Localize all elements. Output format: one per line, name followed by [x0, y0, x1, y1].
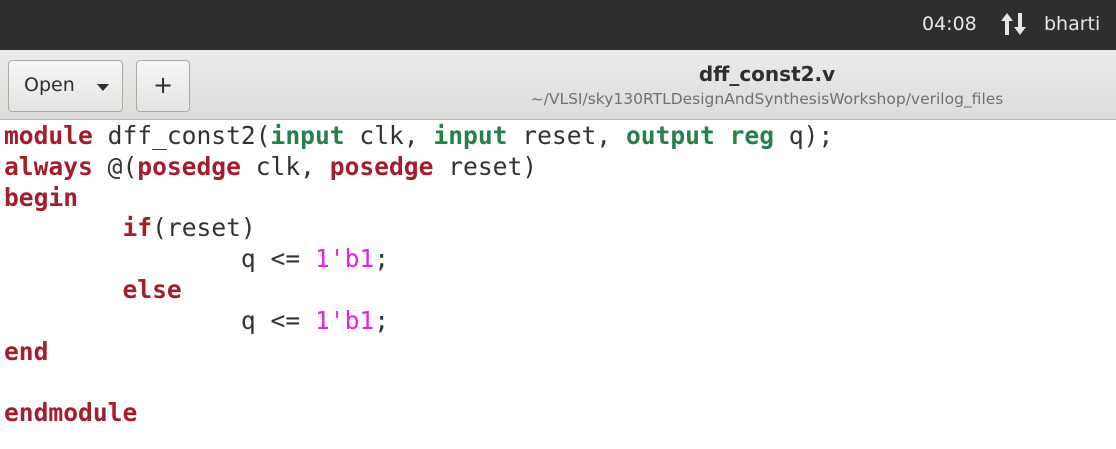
code-editor[interactable]: module dff_const2(input clk, input reset… — [0, 121, 1116, 449]
system-top-bar: 04:08 bharti — [0, 0, 1116, 50]
code-line[interactable]: if(reset) — [4, 213, 833, 244]
code-token: @( — [92, 151, 138, 181]
document-path: ~/VLSI/sky130RTLDesignAndSynthesisWorksh… — [530, 90, 1004, 108]
document-title: dff_const2.v — [698, 62, 836, 86]
code-line[interactable]: end — [4, 337, 833, 368]
code-token: reset, — [507, 121, 626, 150]
code-line[interactable]: q <= 1'b1; — [4, 244, 833, 275]
code-keyword: end — [4, 336, 49, 366]
code-token: q <= — [4, 244, 315, 274]
code-line[interactable] — [4, 367, 833, 398]
code-keyword: always — [4, 151, 93, 181]
code-number: 1'b1 — [314, 305, 375, 335]
code-token: q); — [774, 121, 834, 150]
code-token: clk, — [240, 151, 330, 181]
code-type: input — [433, 121, 508, 150]
clock[interactable]: 04:08 — [922, 13, 977, 35]
code-keyword: begin — [4, 182, 79, 212]
code-type: output — [625, 121, 715, 150]
code-keyword: if — [122, 213, 153, 243]
code-line[interactable]: q <= 1'b1; — [4, 306, 833, 337]
code-line[interactable]: begin — [4, 183, 833, 214]
code-token: q <= — [4, 305, 315, 335]
code-type: reg — [729, 121, 775, 150]
code-token: clk, — [344, 121, 434, 150]
network-transfer-icon[interactable] — [998, 10, 1032, 38]
code-token: reset) — [433, 151, 538, 181]
code-type: input — [270, 121, 345, 150]
code-token: (reset) — [152, 213, 256, 243]
code-number: 1'b1 — [314, 244, 375, 274]
code-line[interactable]: always @(posedge clk, posedge reset) — [4, 152, 833, 183]
code-keyword: module — [4, 121, 93, 150]
code-line[interactable]: else — [4, 275, 833, 306]
code-line[interactable]: endmodule — [4, 398, 833, 429]
code-token: ; — [374, 305, 389, 335]
code-token: ; — [374, 244, 389, 274]
code-line[interactable]: module dff_const2(input clk, input reset… — [4, 121, 833, 152]
code-token: dff_const2( — [92, 121, 271, 150]
code-keyword: posedge — [137, 151, 241, 181]
user-menu[interactable]: bharti — [1044, 13, 1100, 35]
code-keyword: else — [122, 274, 182, 304]
code-keyword: endmodule — [4, 398, 138, 428]
code-keyword: posedge — [329, 151, 434, 181]
code-text[interactable]: module dff_const2(input clk, input reset… — [4, 121, 833, 429]
